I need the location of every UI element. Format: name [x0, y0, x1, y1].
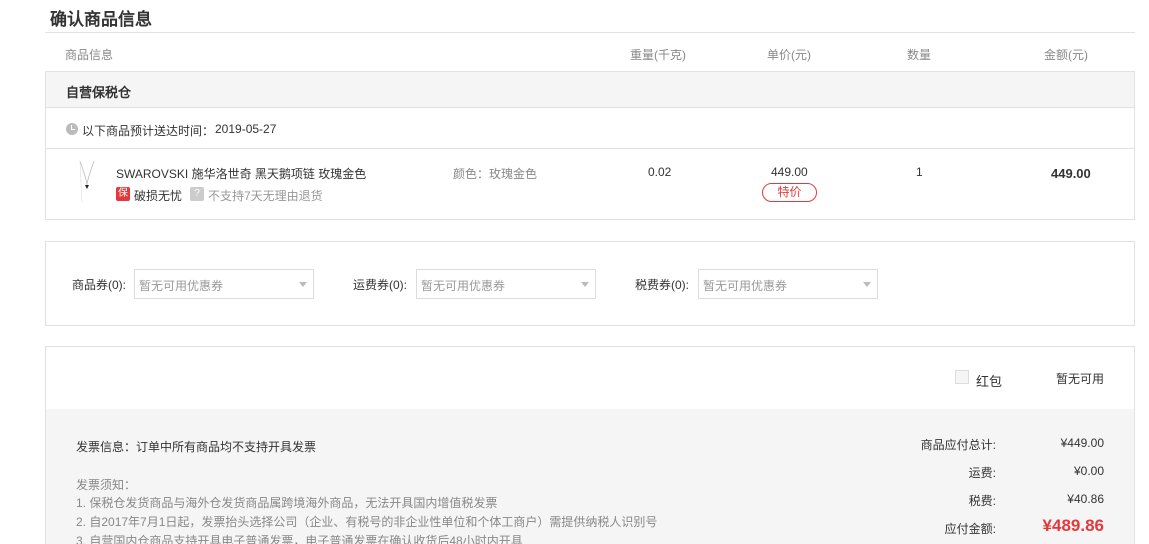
invoice-notice-line: 3. 自营国内仓商品支持开具电子普通发票，电子普通发票在确认收货后48小时内开具 [76, 534, 523, 544]
product-coupon-label: 商品券(0): [72, 278, 127, 292]
subtotal-label: 商品应付总计: [920, 438, 996, 452]
total-label: 应付金额: [944, 522, 996, 536]
product-name-link[interactable]: SWAROVSKI 施华洛世奇 黑天鹅项链 玫瑰金色 [116, 165, 366, 182]
delivery-date: 2019-05-27 [215, 122, 277, 136]
header-weight: 重量(千克) [630, 48, 686, 62]
chevron-down-icon [863, 282, 871, 287]
item-amount: 449.00 [1051, 166, 1091, 181]
invoice-notice-line: 1. 保税仓发货商品与海外仓发货商品属跨境海外商品，无法开具国内增值税发票 [76, 496, 498, 510]
tax-coupon-select[interactable]: 暂无可用优惠券 [698, 269, 878, 299]
product-coupon-select[interactable]: 暂无可用优惠券 [134, 269, 314, 299]
invoice-notice-title: 发票须知： [76, 478, 137, 492]
delivery-label: 以下商品预计送达时间： [82, 124, 215, 138]
clock-icon [66, 123, 78, 135]
product-color: 颜色：玫瑰金色 [453, 167, 538, 181]
invoice-notice-line: 2. 自2017年7月1日起，发票抬头选择公司（企业、有税号的非企业性单位和个体… [76, 515, 658, 529]
tax-coupon-label: 税费券(0): [635, 278, 690, 292]
tax-coupon-value: 暂无可用优惠券 [703, 279, 788, 293]
no-return-text: 不支持7天无理由退货 [208, 189, 323, 203]
chevron-down-icon [581, 282, 589, 287]
shipping-coupon-select[interactable]: 暂无可用优惠券 [416, 269, 596, 299]
subtotal-value: ¥449.00 [1060, 436, 1104, 450]
header-product: 商品信息 [65, 48, 114, 62]
header-quantity: 数量 [907, 48, 932, 62]
warehouse-name: 自营保税仓 [46, 72, 1134, 108]
chevron-down-icon [299, 282, 307, 287]
product-coupon-value: 暂无可用优惠券 [139, 279, 224, 293]
tax-label: 税费: [968, 494, 996, 508]
shipping-label: 运费: [968, 466, 996, 480]
item-unit-price: 449.00 [771, 165, 808, 179]
page-title: 确认商品信息 [50, 10, 152, 29]
guarantee-text: 破损无忧 [134, 189, 183, 203]
hongbao-row: 红包 暂无可用 [46, 347, 1134, 409]
header-amount: 金额(元) [1044, 48, 1088, 62]
guarantee-badge: 保 [116, 187, 130, 201]
coupon-section: 商品券(0): 暂无可用优惠券 运费券(0): 暂无可用优惠券 税费券(0): … [45, 241, 1135, 326]
table-header: 商品信息 重量(千克) 单价(元) 数量 金额(元) [45, 32, 1135, 71]
invoice-and-totals: 发票信息：订单中所有商品均不支持开具发票 发票须知： 1. 保税仓发货商品与海外… [46, 409, 1134, 544]
product-image[interactable] [70, 159, 104, 205]
item-quantity: 1 [916, 165, 923, 179]
header-unit-price: 单价(元) [767, 48, 811, 62]
special-price-tag: 特价 [762, 183, 817, 202]
shipping-value: ¥0.00 [1073, 464, 1104, 478]
invoice-info: 发票信息：订单中所有商品均不支持开具发票 [76, 440, 317, 454]
order-section: 自营保税仓 以下商品预计送达时间： 2019-05-27 SWAROVSKI 施… [45, 71, 1135, 220]
shipping-coupon-value: 暂无可用优惠券 [421, 279, 506, 293]
item-weight: 0.02 [648, 165, 672, 179]
hongbao-status: 暂无可用 [1056, 372, 1105, 386]
table-row: SWAROVSKI 施华洛世奇 黑天鹅项链 玫瑰金色 颜色：玫瑰金色 保 破损无… [46, 149, 1134, 219]
total-value: ¥489.86 [1042, 516, 1104, 535]
tax-value: ¥40.86 [1067, 492, 1104, 506]
summary-section: 红包 暂无可用 发票信息：订单中所有商品均不支持开具发票 发票须知： 1. 保税… [45, 346, 1135, 544]
delivery-row: 以下商品预计送达时间： 2019-05-27 [46, 108, 1134, 149]
hongbao-checkbox[interactable] [955, 370, 969, 384]
help-icon[interactable]: ? [190, 187, 204, 201]
shipping-coupon-label: 运费券(0): [353, 278, 408, 292]
hongbao-label: 红包 [976, 374, 1003, 389]
